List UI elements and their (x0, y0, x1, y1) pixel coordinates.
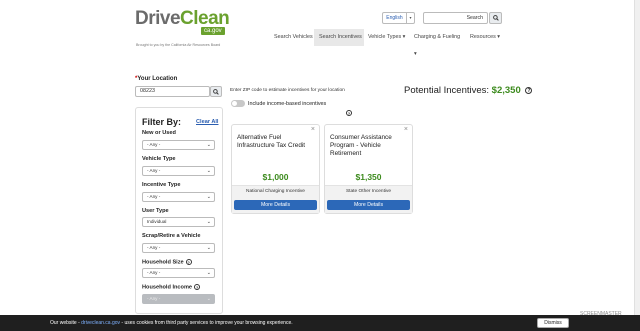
income-toggle-label: Include income-based incentives (248, 101, 327, 107)
filter-select-household-income: - Any - ⌄ (142, 294, 215, 304)
help-icon[interactable]: ? (194, 284, 201, 290)
logo-wordmark: DriveClean (135, 8, 230, 29)
incentive-footer: State Other Incentive More Details (325, 185, 412, 213)
chevron-down-icon: ⌄ (206, 296, 211, 302)
incentive-type: National Charging Incentive (246, 189, 305, 194)
incentive-type: State Other Incentive (345, 189, 392, 194)
zip-input[interactable]: 08223 (135, 86, 210, 97)
filter-select-user-type[interactable]: Individual ⌄ (142, 217, 215, 227)
potential-incentives: Potential Incentives: $2,350 ? (404, 85, 533, 96)
filter-label-household-income: Household Income? (142, 284, 201, 291)
filter-label-new-used: New or Used (142, 130, 176, 136)
location-label: *Your Location (135, 76, 178, 82)
help-icon[interactable]: ? (346, 110, 352, 116)
caret-down-icon: ▾ (406, 13, 414, 23)
cookie-site-link[interactable]: driveclean.ca.gov (81, 320, 120, 326)
help-icon[interactable]: ? (525, 86, 533, 94)
potential-amount: $2,350 (491, 85, 521, 96)
language-select[interactable]: English ▾ (382, 12, 415, 24)
more-details-button[interactable]: More Details (234, 200, 317, 210)
filter-select-household-size[interactable]: - Any - ⌄ (142, 268, 215, 278)
incentive-footer: National Charging Incentive More Details (232, 185, 319, 213)
close-icon[interactable]: × (311, 126, 315, 133)
chevron-down-icon: ⌄ (206, 168, 211, 174)
close-icon[interactable]: × (404, 126, 408, 133)
driveclean-logo[interactable]: DriveClean ca.gov Brought to you by the … (135, 8, 235, 48)
incentive-amount: $1,000 (262, 172, 289, 182)
site-header: DriveClean ca.gov Brought to you by the … (0, 0, 634, 57)
search-icon (213, 88, 219, 95)
incentive-card: × Consumer Assistance Program - Vehicle … (324, 124, 413, 214)
incentive-title: Consumer Assistance Program - Vehicle Re… (330, 134, 392, 157)
filter-select-vehicle-type[interactable]: - Any - ⌄ (142, 166, 215, 176)
nav-search-incentives[interactable]: Search Incentives (314, 29, 364, 46)
logo-badge: ca.gov (201, 27, 225, 35)
cookie-text: Our website - driveclean.ca.gov - uses c… (50, 320, 293, 326)
incentive-title: Alternative Fuel Infrastructure Tax Cred… (237, 134, 306, 149)
incentive-card: × Alternative Fuel Infrastructure Tax Cr… (231, 124, 320, 214)
help-icon[interactable]: ? (185, 259, 192, 265)
search-icon (492, 15, 499, 21)
chevron-down-icon: ⌄ (206, 194, 211, 200)
filter-select-incentive-type[interactable]: - Any - ⌄ (142, 192, 215, 202)
chevron-down-icon: ⌄ (206, 270, 211, 276)
cookie-banner: Our website - driveclean.ca.gov - uses c… (0, 315, 640, 331)
filter-label-household-size: Household Size? (142, 259, 192, 266)
income-toggle[interactable] (231, 100, 245, 107)
site-search-input[interactable]: Search (423, 12, 488, 24)
page-scrollbar[interactable] (634, 0, 640, 315)
filter-label-scrap-retire: Scrap/Retire a Vehicle (142, 233, 201, 239)
clear-all-link[interactable]: Clear All (196, 119, 219, 125)
zip-search-button[interactable] (210, 86, 222, 97)
filter-select-new-used[interactable]: - Any - ⌄ (142, 140, 215, 150)
chevron-down-icon: ⌄ (206, 142, 211, 148)
nav-charging-fueling[interactable]: Charging & Fueling ▾ (412, 29, 464, 57)
filter-label-vehicle-type: Vehicle Type (142, 156, 176, 162)
more-details-button[interactable]: More Details (327, 200, 410, 210)
language-value: English (386, 15, 403, 21)
incentive-amount: $1,350 (355, 172, 382, 182)
nav-vehicle-types[interactable]: Vehicle Types ▾ (366, 29, 410, 46)
filter-title: Filter By: (142, 117, 182, 127)
watermark: SCREENMASTER (580, 311, 622, 317)
filter-label-user-type: User Type (142, 208, 169, 214)
logo-tagline: Brought to you by the California Air Res… (136, 43, 221, 47)
zip-hint: Enter ZIP code to estimate incentives fo… (230, 88, 345, 93)
nav-search-vehicles[interactable]: Search Vehicles (270, 29, 314, 46)
dismiss-button[interactable]: Dismiss (537, 318, 569, 328)
filter-select-scrap-retire[interactable]: - Any - ⌄ (142, 243, 215, 253)
nav-resources[interactable]: Resources ▾ (468, 29, 502, 46)
chevron-down-icon: ⌄ (206, 245, 211, 251)
filter-label-incentive-type: Incentive Type (142, 182, 181, 188)
chevron-down-icon: ⌄ (206, 219, 211, 225)
site-search-button[interactable] (489, 12, 502, 24)
